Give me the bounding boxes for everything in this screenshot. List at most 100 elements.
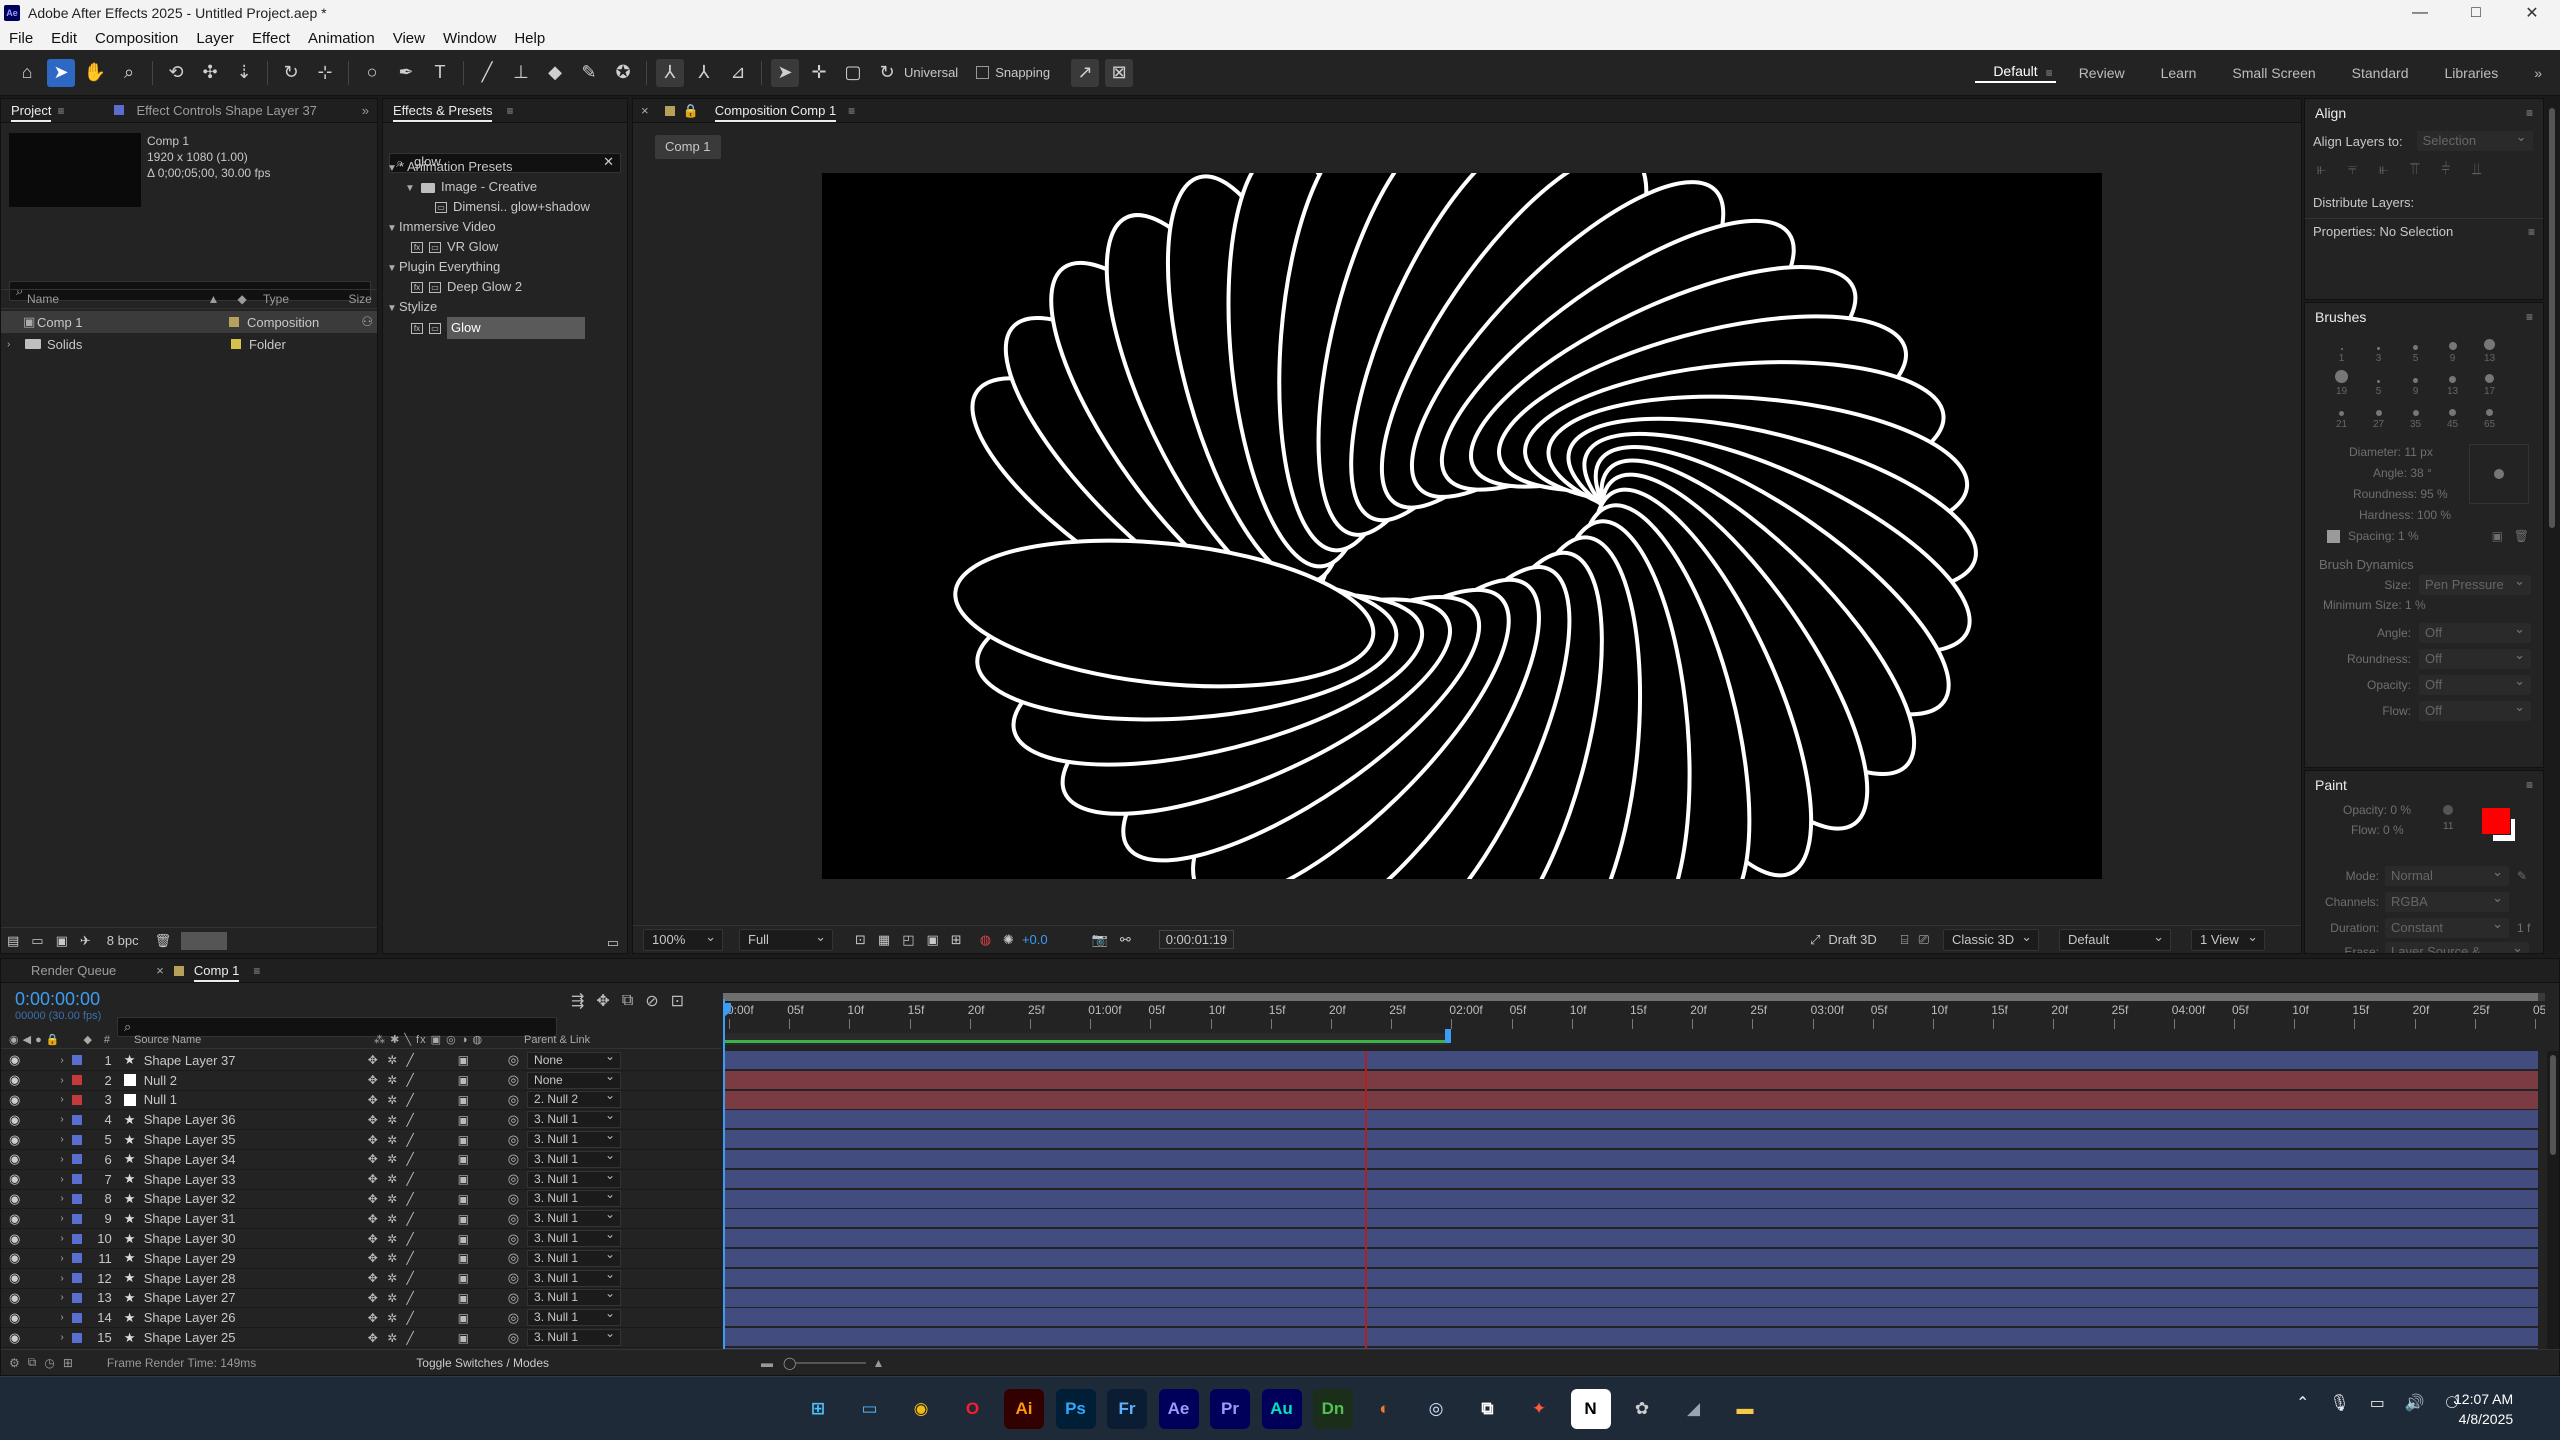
- workspace-small-screen[interactable]: Small Screen: [2214, 65, 2333, 81]
- column-parent-link[interactable]: Parent & Link: [524, 1034, 590, 1046]
- dynamics-size-dropdown[interactable]: Pen Pressure: [2419, 571, 2531, 595]
- workspace-default[interactable]: Default: [1975, 63, 2056, 83]
- expand-arrow-icon[interactable]: ›: [60, 1292, 63, 1303]
- menu-animation[interactable]: Animation: [299, 30, 384, 47]
- paint-channels-dropdown[interactable]: RGBA: [2385, 888, 2509, 912]
- video-eye-icon[interactable]: ◉: [9, 1112, 20, 1128]
- time-ruler[interactable]: 0:00f 05f 10f 15f 20f 25f 01:00f 05f 10f 15f 20f 25…: [723, 1003, 2545, 1029]
- brush-tip-35[interactable]: 35: [2397, 403, 2434, 430]
- zoom-tool-icon[interactable]: ⌕: [115, 59, 143, 87]
- layer-switches[interactable]: ✥ ✲ ╱: [368, 1073, 458, 1087]
- illustrator-icon[interactable]: Ai: [1004, 1389, 1044, 1429]
- column-name[interactable]: Name: [27, 292, 208, 306]
- ellipse-tool-icon[interactable]: ○: [358, 59, 386, 87]
- chrome-icon[interactable]: ◉: [901, 1389, 941, 1429]
- layer-3d-switch[interactable]: ▣: [458, 1172, 508, 1186]
- brush-tip-5[interactable]: 5: [2360, 370, 2397, 397]
- column-source-name[interactable]: Source Name: [134, 1034, 374, 1046]
- notion-icon[interactable]: N: [1570, 1389, 1611, 1429]
- adjust-icon[interactable]: ✈: [80, 933, 91, 949]
- align-top-icon[interactable]: ⫪: [2410, 161, 2419, 179]
- desktop-icon[interactable]: ▭: [850, 1389, 890, 1429]
- workspace-overflow-button[interactable]: »: [2516, 65, 2560, 81]
- spacing-checkbox[interactable]: [2327, 530, 2340, 543]
- brush-tool-icon[interactable]: ╱: [473, 59, 501, 87]
- resolution-dropdown[interactable]: Full: [739, 927, 833, 951]
- close-button[interactable]: ✕: [2504, 3, 2560, 23]
- video-eye-icon[interactable]: ◉: [9, 1072, 20, 1088]
- layer-3d-switch[interactable]: ▣: [458, 1152, 508, 1166]
- brush-tip-13[interactable]: 13: [2471, 337, 2508, 364]
- project-item-comp[interactable]: ▣ Comp 1 Composition ⚇: [1, 311, 377, 333]
- tab-project[interactable]: Project ≡: [1, 99, 74, 123]
- layer-name[interactable]: Shape Layer 25: [144, 1330, 368, 1345]
- tree-item-immersive-video[interactable]: ▼ Immersive Video: [387, 217, 625, 237]
- pan-camera-icon[interactable]: ✣: [196, 59, 224, 87]
- parent-dropdown[interactable]: 3. Null 1: [527, 1227, 622, 1248]
- menu-view[interactable]: View: [384, 30, 434, 47]
- tree-item-glow[interactable]: fx ▭ Glow: [387, 317, 625, 339]
- layer-name[interactable]: Shape Layer 28: [144, 1271, 368, 1286]
- hand-tool-icon[interactable]: ✋: [81, 59, 109, 87]
- layer-track-bar[interactable]: [723, 1229, 2538, 1248]
- snapshot-icon[interactable]: 📷: [1092, 932, 1108, 948]
- shy-layers-icon[interactable]: ⧉: [622, 992, 633, 1010]
- panel-menu-icon[interactable]: ≡: [2526, 310, 2533, 324]
- layer-label-swatch[interactable]: [71, 1273, 82, 1284]
- layer-label-swatch[interactable]: [71, 1114, 82, 1125]
- opera-icon[interactable]: O: [953, 1389, 993, 1429]
- paint-flow[interactable]: Flow: 0 %: [2351, 823, 2404, 837]
- layer-switches[interactable]: ✥ ✲ ╱: [368, 1232, 458, 1246]
- menu-file[interactable]: File: [0, 30, 42, 47]
- layer-name[interactable]: Shape Layer 33: [144, 1172, 368, 1187]
- dolly-camera-icon[interactable]: ⇣: [230, 59, 258, 87]
- render-time-icon[interactable]: ⊞: [63, 1356, 73, 1370]
- windows-start-icon[interactable]: ⊞: [798, 1389, 838, 1429]
- panel-menu-icon[interactable]: ≡: [2528, 225, 2535, 239]
- parent-dropdown[interactable]: 3. Null 1: [527, 1326, 622, 1347]
- interpret-footage-icon[interactable]: ▤: [7, 933, 19, 949]
- home-icon[interactable]: ⌂: [13, 59, 41, 87]
- panel-menu-icon[interactable]: ≡: [2526, 778, 2533, 792]
- layer-label-swatch[interactable]: [71, 1253, 82, 1264]
- workspace-menu-icon[interactable]: ≡: [2046, 66, 2053, 80]
- transfer-controls-icon[interactable]: ⧉: [28, 1355, 37, 1370]
- parent-dropdown[interactable]: None: [527, 1051, 622, 1069]
- layer-name[interactable]: Shape Layer 36: [144, 1112, 368, 1127]
- layer-track-bar[interactable]: [723, 1070, 2538, 1089]
- solo-toggle-icon[interactable]: ●: [35, 1034, 42, 1046]
- layer-track-bar[interactable]: [723, 1169, 2538, 1188]
- parent-dropdown[interactable]: 3. Null 1: [527, 1108, 622, 1129]
- world-axis-icon[interactable]: ⅄: [690, 59, 718, 87]
- layer-name[interactable]: Null 2: [144, 1073, 368, 1088]
- layer-3d-switch[interactable]: ▣: [458, 1073, 508, 1087]
- layer-switches[interactable]: ✥ ✲ ╱: [368, 1291, 458, 1305]
- layer-label-swatch[interactable]: [71, 1292, 82, 1303]
- expand-arrow-icon[interactable]: ›: [60, 1134, 63, 1145]
- microphone-icon[interactable]: 🎙: [2329, 1393, 2349, 1413]
- workspace-libraries[interactable]: Libraries: [2427, 65, 2517, 81]
- parent-dropdown[interactable]: None: [527, 1069, 622, 1089]
- lock-icon[interactable]: 🔒: [683, 103, 699, 119]
- paint-duration-frames[interactable]: 1 f: [2517, 921, 2530, 935]
- zoom-in-icon[interactable]: ▲: [872, 1356, 884, 1370]
- draft-3d-label[interactable]: Draft 3D: [1828, 932, 1876, 947]
- expand-arrow-icon[interactable]: ›: [60, 1213, 63, 1224]
- workspace-review[interactable]: Review: [2061, 65, 2143, 81]
- snap-edges-icon[interactable]: ↗: [1071, 58, 1100, 87]
- layer-switches[interactable]: ✥ ✲ ╱: [368, 1113, 458, 1127]
- color-channels-icon[interactable]: ◍: [980, 932, 991, 948]
- layer-name[interactable]: Shape Layer 35: [144, 1132, 368, 1147]
- expand-arrow-icon[interactable]: ›: [60, 1312, 63, 1323]
- local-axis-icon[interactable]: ⅄: [656, 58, 684, 87]
- video-eye-icon[interactable]: ◉: [9, 1270, 20, 1286]
- layer-track-bar[interactable]: [723, 1288, 2538, 1307]
- snapping-checkbox[interactable]: [976, 66, 990, 79]
- layer-switches[interactable]: ✥ ✲ ╱: [368, 1331, 458, 1345]
- close-tab-icon[interactable]: ×: [633, 103, 657, 118]
- parent-dropdown[interactable]: 2. Null 2: [527, 1088, 622, 1109]
- layer-track-bar[interactable]: [723, 1249, 2538, 1267]
- keyboard-icon[interactable]: ▭: [2370, 1393, 2385, 1413]
- layer-name[interactable]: Shape Layer 32: [144, 1191, 368, 1206]
- tab-render-queue[interactable]: Render Queue: [21, 959, 126, 983]
